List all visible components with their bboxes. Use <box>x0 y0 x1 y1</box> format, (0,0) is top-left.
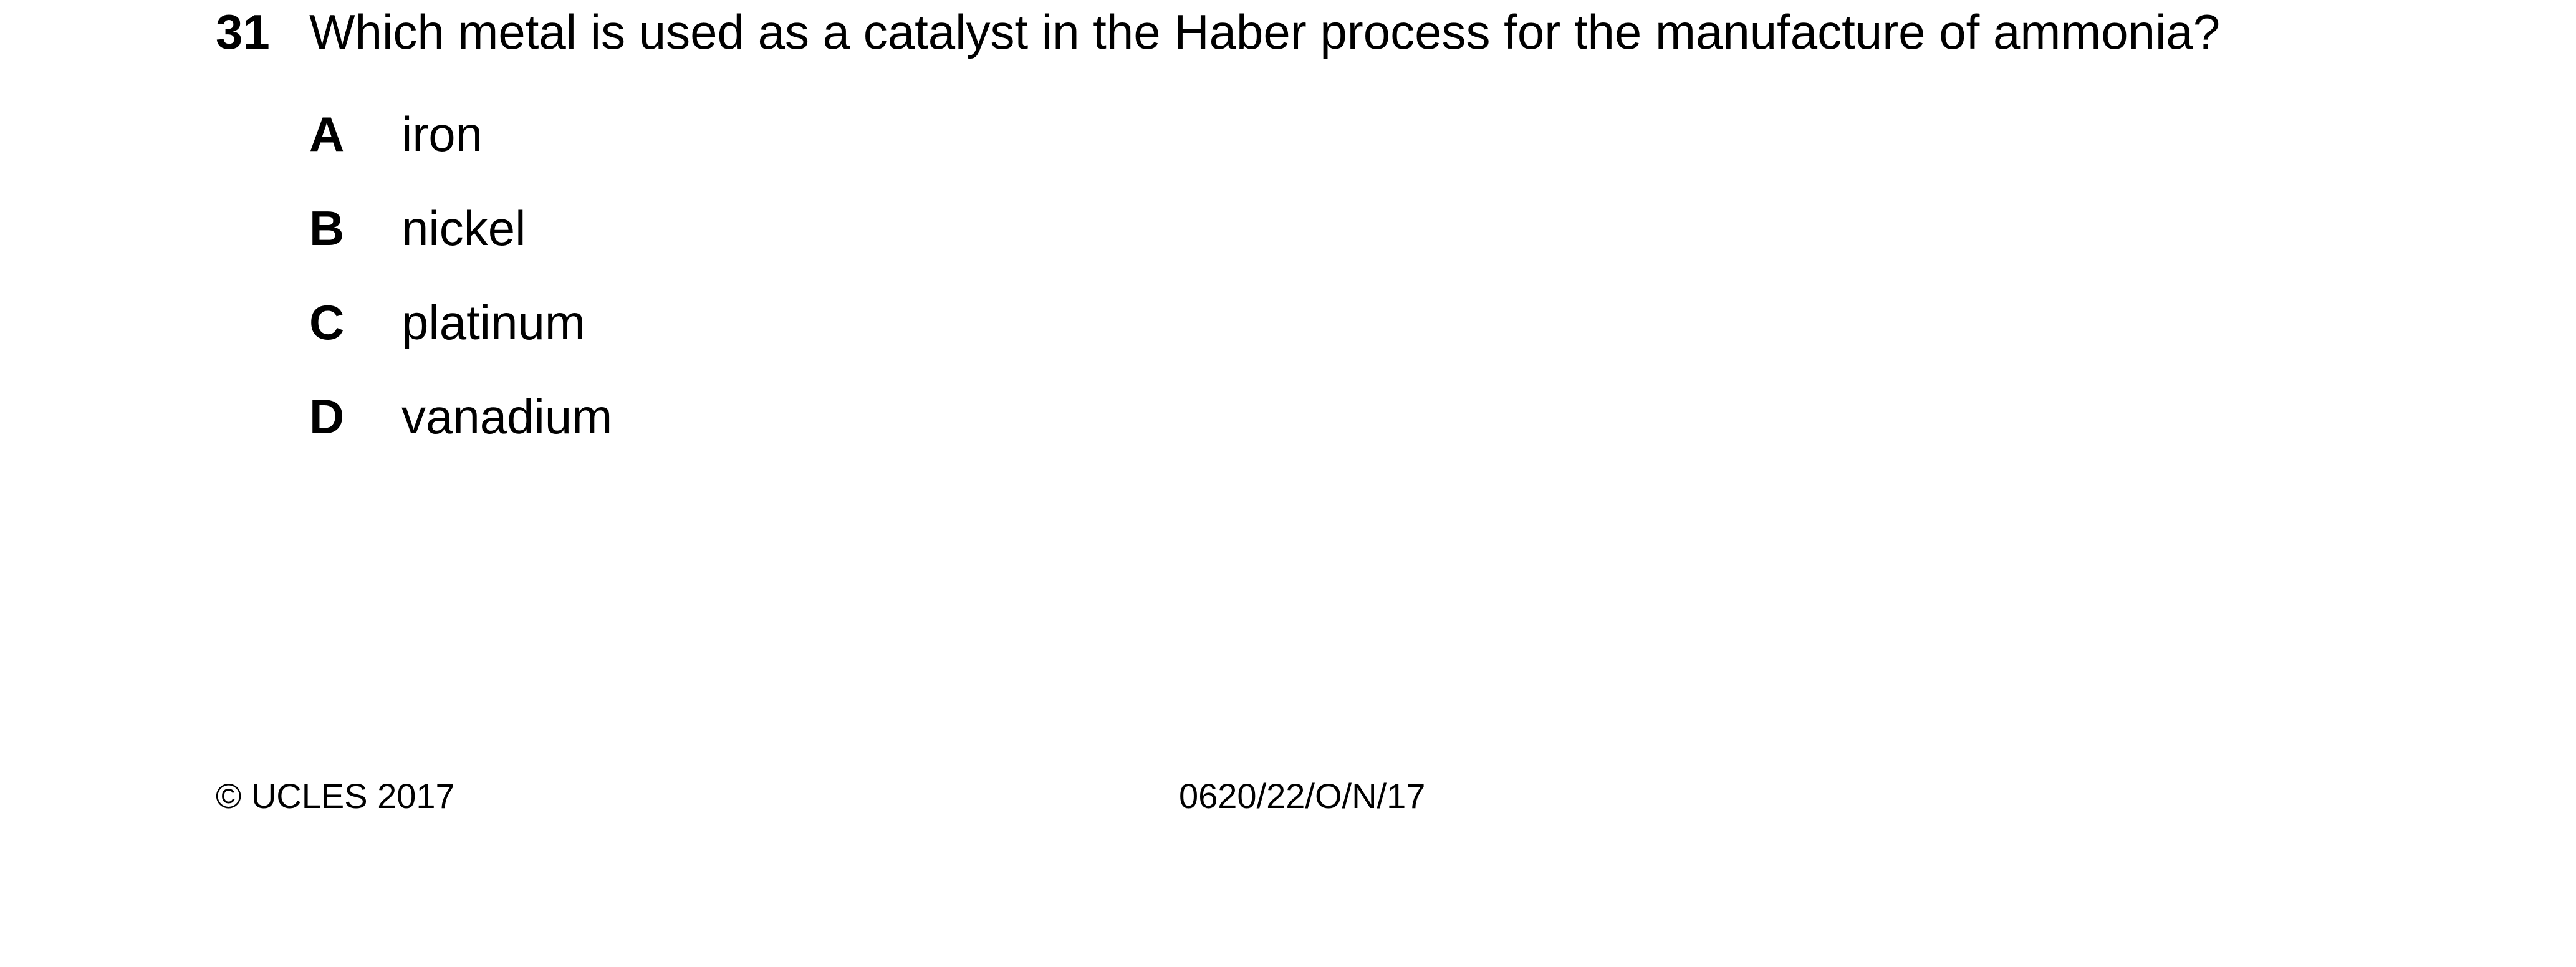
option-text: platinum <box>401 295 585 350</box>
option-letter: C <box>309 295 345 350</box>
option-letter: B <box>309 201 345 256</box>
option-d: D vanadium <box>309 385 1057 479</box>
footer-copyright: © UCLES 2017 <box>216 776 455 815</box>
answer-options: A iron B nickel C platinum D vanadium <box>309 103 1057 479</box>
option-b: B nickel <box>309 197 1057 291</box>
question-text: Which metal is used as a catalyst in the… <box>309 4 2221 59</box>
option-c: C platinum <box>309 291 1057 385</box>
question-31: 31 Which metal is used as a catalyst in … <box>216 0 2522 69</box>
option-text: nickel <box>401 201 526 256</box>
option-a: A iron <box>309 103 1057 197</box>
option-letter: A <box>309 107 345 161</box>
question-number: 31 <box>216 4 270 59</box>
option-text: vanadium <box>401 389 613 444</box>
option-text: iron <box>401 107 483 161</box>
footer-paper-code: 0620/22/O/N/17 <box>1179 776 1426 815</box>
option-letter: D <box>309 389 345 444</box>
